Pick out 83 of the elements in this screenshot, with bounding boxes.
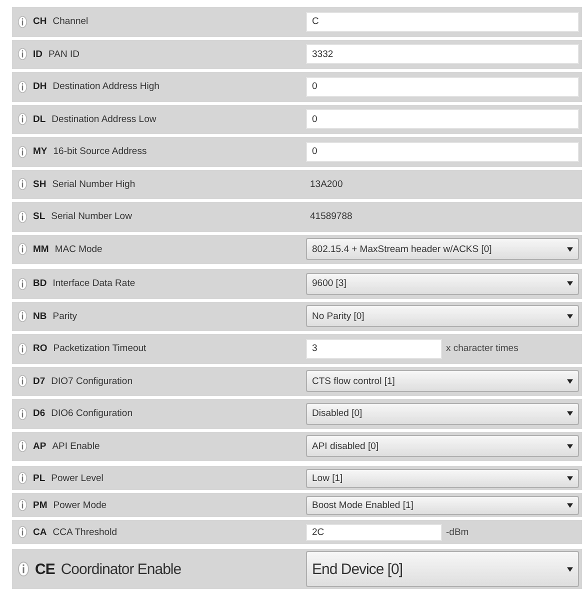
- setting-name: Serial Number Low: [51, 211, 132, 222]
- info-icon[interactable]: [18, 276, 27, 291]
- caret-icon: [567, 281, 573, 286]
- setting-code: RO: [33, 343, 48, 354]
- setting-name: DIO6 Configuration: [51, 408, 132, 420]
- info-icon[interactable]: [18, 309, 27, 324]
- setting-name: Power Mode: [53, 500, 107, 510]
- info-icon[interactable]: [18, 47, 27, 62]
- setting-code: CH: [33, 16, 47, 28]
- setting-name: Destination Address Low: [52, 114, 156, 125]
- unit-label: x character times: [446, 343, 518, 354]
- setting-code: DH: [33, 81, 47, 92]
- caret-icon: [567, 411, 573, 416]
- info-icon[interactable]: [18, 177, 27, 192]
- setting-code: AP: [33, 440, 46, 452]
- caret-icon: [567, 246, 573, 252]
- setting-code: CE: [35, 560, 55, 578]
- info-icon[interactable]: [18, 374, 27, 388]
- value-field[interactable]: 0: [306, 76, 579, 97]
- setting-code: PM: [33, 500, 48, 510]
- setting-code: MY: [33, 146, 48, 158]
- info-icon[interactable]: [18, 210, 27, 224]
- value-dropdown[interactable]: No Parity [0]: [306, 305, 579, 328]
- info-icon[interactable]: [18, 144, 27, 159]
- caret-icon: [567, 476, 573, 480]
- setting-name: DIO7 Configuration: [51, 376, 132, 387]
- setting-code: PL: [33, 472, 46, 484]
- info-icon[interactable]: [18, 242, 27, 256]
- setting-code: ID: [33, 48, 42, 60]
- caret-icon: [567, 314, 573, 319]
- info-icon[interactable]: [18, 80, 27, 94]
- setting-name: API Enable: [52, 440, 100, 452]
- setting-name: Packetization Timeout: [53, 343, 146, 354]
- value-field[interactable]: C: [306, 12, 579, 32]
- setting-code: SL: [33, 211, 46, 222]
- info-icon[interactable]: [18, 14, 27, 29]
- value-field[interactable]: 3: [306, 338, 442, 359]
- info-icon[interactable]: [18, 498, 27, 512]
- value-field[interactable]: 2C: [306, 524, 442, 540]
- value-dropdown[interactable]: CTS flow control [1]: [306, 370, 579, 392]
- info-icon[interactable]: [18, 559, 29, 579]
- setting-name: Power Level: [51, 472, 104, 484]
- value-dropdown[interactable]: Low [1]: [306, 468, 579, 488]
- info-icon[interactable]: [18, 525, 27, 539]
- setting-name: PAN ID: [48, 48, 80, 60]
- setting-name: CCA Threshold: [52, 526, 117, 538]
- setting-value: 41589788: [309, 211, 352, 222]
- value-dropdown[interactable]: End Device [0]: [306, 551, 579, 587]
- value-dropdown[interactable]: 9600 [3]: [306, 272, 579, 295]
- setting-name: Serial Number High: [52, 178, 136, 190]
- value-dropdown[interactable]: API disabled [0]: [306, 435, 579, 458]
- caret-icon: [567, 502, 573, 508]
- info-icon[interactable]: [18, 342, 27, 356]
- setting-name: Parity: [52, 310, 78, 322]
- value-dropdown[interactable]: Boost Mode Enabled [1]: [306, 496, 579, 514]
- value-dropdown[interactable]: Disabled [0]: [306, 402, 579, 425]
- setting-name: Channel: [52, 16, 88, 28]
- setting-code: D6: [33, 408, 46, 420]
- info-icon[interactable]: [18, 439, 27, 454]
- value-field[interactable]: 0: [306, 142, 579, 162]
- setting-code: DL: [33, 114, 46, 125]
- setting-code: BD: [33, 278, 47, 290]
- caret-icon: [567, 566, 573, 572]
- setting-name: MAC Mode: [54, 244, 102, 255]
- setting-name: Coordinator Enable: [60, 560, 182, 578]
- setting-name: 16-bit Source Address: [53, 146, 147, 158]
- setting-code: SH: [33, 178, 46, 190]
- setting-code: NB: [33, 310, 47, 322]
- setting-code: CA: [33, 526, 47, 538]
- setting-code: MM: [33, 244, 49, 255]
- caret-icon: [567, 378, 573, 384]
- value-field[interactable]: 0: [306, 109, 579, 130]
- setting-value: 13A200: [309, 178, 343, 190]
- unit-label: -dBm: [446, 526, 469, 538]
- setting-code: D7: [33, 376, 46, 387]
- setting-name: Destination Address High: [52, 81, 160, 92]
- value-dropdown[interactable]: 802.15.4 + MaxStream header w/ACKS [0]: [306, 238, 579, 260]
- value-field[interactable]: 3332: [306, 44, 579, 64]
- info-icon[interactable]: [18, 112, 27, 126]
- info-icon[interactable]: [18, 471, 27, 485]
- caret-icon: [567, 444, 573, 449]
- setting-name: Interface Data Rate: [52, 278, 136, 290]
- info-icon[interactable]: [18, 406, 27, 421]
